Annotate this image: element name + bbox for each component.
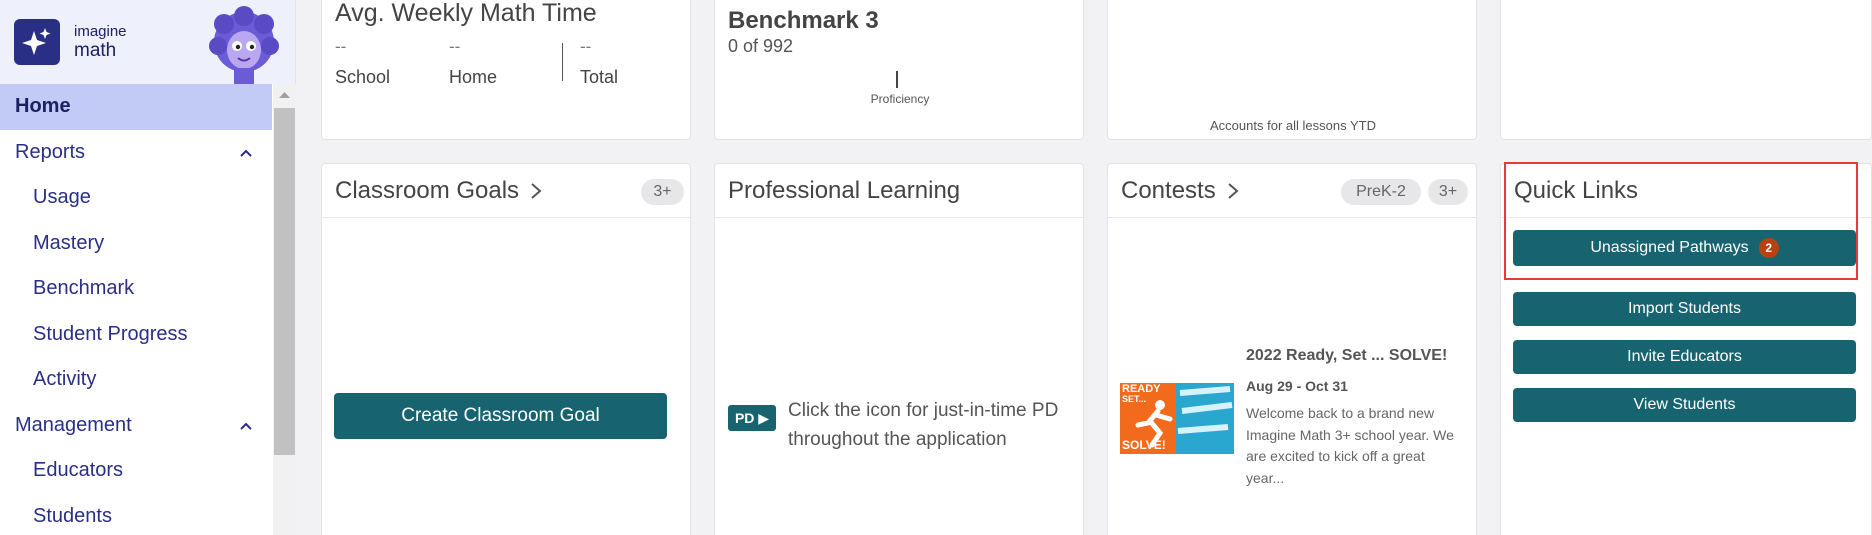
- import-students-button[interactable]: Import Students: [1513, 292, 1856, 326]
- sidebar-item-mastery[interactable]: Mastery: [0, 221, 272, 267]
- total-time-label: Total: [580, 67, 619, 87]
- thumbnail-text-mid: SET...: [1122, 394, 1147, 404]
- professional-learning-header: Professional Learning: [715, 164, 1083, 218]
- weekly-math-time-title: Avg. Weekly Math Time: [335, 0, 597, 27]
- home-time-label: Home: [449, 67, 498, 87]
- sidebar-item-label: Management: [15, 413, 132, 436]
- lessons-footnote: Accounts for all lessons YTD: [1210, 118, 1376, 133]
- contest-description: Welcome back to a brand new Imagine Math…: [1246, 405, 1454, 486]
- benchmark-card: Benchmark 3 0 of 992 Proficiency: [714, 0, 1084, 140]
- sidebar-item-label: Mastery: [33, 231, 105, 254]
- grade-pill[interactable]: 3+: [1428, 179, 1468, 205]
- classroom-goals-card: Classroom Goals 3+ Create Classroom Goal: [321, 163, 691, 535]
- sidebar-item-reports[interactable]: Reports: [0, 130, 272, 176]
- chevron-right-icon[interactable]: [1226, 181, 1240, 201]
- contest-dates: Aug 29 - Oct 31: [1246, 378, 1348, 394]
- sidebar-item-label: Students: [33, 504, 112, 527]
- scroll-up-arrow-icon[interactable]: [278, 90, 291, 100]
- sidebar-scrollbar-thumb[interactable]: [274, 108, 295, 455]
- sidebar-item-label: Reports: [15, 140, 86, 163]
- sidebar-item-label: Educators: [33, 459, 124, 482]
- sidebar-item-students[interactable]: Students: [0, 494, 272, 535]
- sidebar-item-home[interactable]: Home: [0, 84, 272, 130]
- contest-thumbnail[interactable]: READY SET... SOLVE!: [1120, 383, 1234, 454]
- thumbnail-text-bottom: SOLVE!: [1122, 438, 1166, 452]
- highlight-box: [1504, 162, 1858, 280]
- professional-learning-card: Professional Learning PD ▶ Click the ico…: [714, 163, 1084, 535]
- sidebar-item-label: Activity: [33, 368, 97, 391]
- school-time-label: School: [335, 67, 391, 87]
- pd-description: Click the icon for just-in-time PD throu…: [788, 400, 1059, 450]
- sidebar-item-benchmark[interactable]: Benchmark: [0, 266, 272, 312]
- sidebar-item-usage[interactable]: Usage: [0, 175, 272, 221]
- chevron-right-icon[interactable]: [529, 181, 543, 201]
- sidebar-item-activity[interactable]: Activity: [0, 357, 272, 403]
- invite-educators-button[interactable]: Invite Educators: [1513, 340, 1856, 374]
- chevron-up-icon[interactable]: [236, 416, 256, 436]
- sidebar-item-management[interactable]: Management: [0, 403, 272, 449]
- benchmark-count: 0 of 992: [728, 36, 794, 56]
- imagine-math-logo[interactable]: [14, 19, 60, 65]
- sidebar-item-educators[interactable]: Educators: [0, 448, 272, 494]
- stat-divider: [562, 43, 563, 81]
- weekly-math-time-card: Avg. Weekly Math Time -- -- -- School Ho…: [321, 0, 691, 140]
- brand-wordmark: imagine math: [74, 22, 127, 60]
- prek2-pill[interactable]: PreK-2: [1341, 179, 1421, 205]
- sidebar-nav: Home Reports Usage Mastery Benchmark Stu…: [0, 84, 272, 535]
- grade-pill[interactable]: 3+: [641, 179, 684, 205]
- school-time-value: --: [335, 37, 347, 56]
- classroom-goals-title: Classroom Goals: [335, 176, 520, 204]
- sidebar-item-student-progress[interactable]: Student Progress: [0, 312, 272, 358]
- brand-line2: math: [74, 40, 117, 61]
- home-time-value: --: [449, 37, 461, 56]
- proficiency-tick: [896, 71, 898, 88]
- classroom-goals-header[interactable]: Classroom Goals 3+: [322, 164, 690, 218]
- contests-header[interactable]: Contests PreK-2 3+: [1108, 164, 1476, 218]
- sidebar-item-label: Benchmark: [33, 277, 135, 300]
- brand-header: imagine math: [0, 0, 295, 84]
- contests-card: Contests PreK-2 3+ READY SET... SOLVE! 2…: [1107, 163, 1477, 535]
- sidebar-item-label: Student Progress: [33, 322, 188, 345]
- sidebar-item-label: Home: [15, 95, 71, 118]
- create-classroom-goal-button[interactable]: Create Classroom Goal: [334, 393, 667, 439]
- contest-headline[interactable]: 2022 Ready, Set ... SOLVE!: [1246, 347, 1447, 365]
- pd-icon[interactable]: PD ▶: [728, 405, 776, 431]
- sidebar-item-label: Usage: [33, 186, 91, 209]
- chevron-up-icon[interactable]: [236, 143, 256, 163]
- sparkle-icon: [22, 28, 51, 55]
- professional-learning-title: Professional Learning: [728, 176, 961, 204]
- view-students-button[interactable]: View Students: [1513, 388, 1856, 422]
- total-time-value: --: [580, 37, 592, 56]
- sidebar: imagine math Home Reports Usage Mastery …: [0, 0, 296, 535]
- proficiency-label: Proficiency: [870, 92, 930, 106]
- contests-title: Contests: [1121, 176, 1216, 204]
- top-right-card: [1500, 0, 1872, 140]
- mascot-character-icon: [209, 6, 279, 84]
- lessons-card: Accounts for all lessons YTD: [1107, 0, 1477, 140]
- benchmark-title: Benchmark 3: [728, 7, 879, 34]
- brand-line1: imagine: [74, 23, 127, 40]
